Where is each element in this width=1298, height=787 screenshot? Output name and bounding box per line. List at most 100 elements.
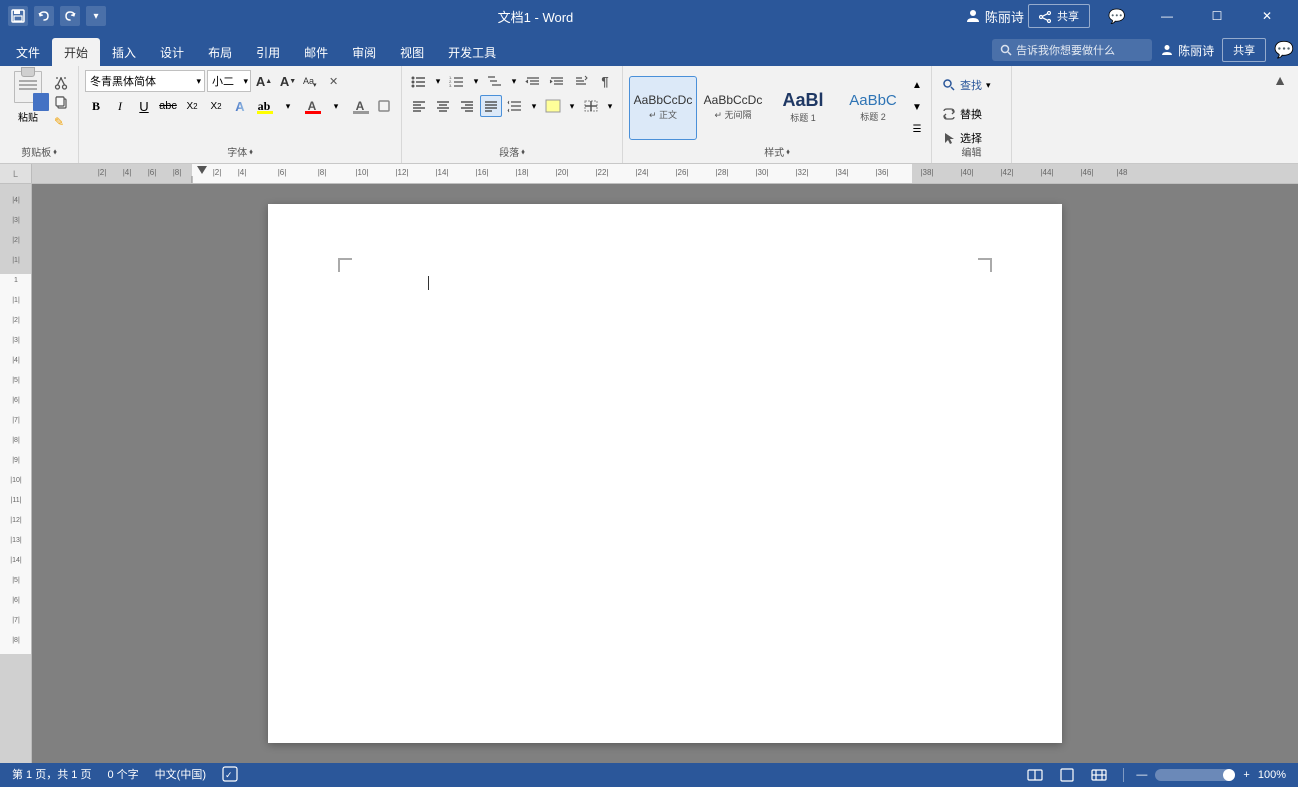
comment-icon[interactable]: 💬 — [1094, 0, 1140, 32]
bold-button[interactable]: B — [85, 95, 107, 117]
tab-layout[interactable]: 布局 — [196, 38, 244, 66]
tab-review[interactable]: 审阅 — [340, 38, 388, 66]
multilevel-dropdown[interactable]: ▾ — [508, 70, 520, 92]
styles-expand-btn[interactable]: ⬧ — [786, 147, 790, 157]
align-center-button[interactable] — [432, 95, 454, 117]
text-effect-button[interactable]: A — [229, 95, 251, 117]
tab-design[interactable]: 设计 — [148, 38, 196, 66]
font-expand[interactable]: ⬧ — [249, 147, 253, 157]
font-size-select[interactable]: 小二 ▾ — [207, 70, 251, 92]
paragraph-expand[interactable]: ⬧ — [521, 147, 525, 157]
user-name[interactable]: 陈丽诗 — [965, 7, 1024, 26]
svg-text:|5|: |5| — [12, 377, 20, 384]
font-color-button[interactable]: A — [301, 95, 323, 117]
replace-button[interactable]: 替换 — [938, 104, 998, 124]
svg-text:|4|: |4| — [238, 168, 247, 177]
align-left-button[interactable] — [408, 95, 430, 117]
svg-text:|12|: |12| — [10, 517, 22, 524]
shading-button[interactable] — [542, 95, 564, 117]
subscript-button[interactable]: X2 — [181, 95, 203, 117]
document-page[interactable] — [268, 204, 1062, 743]
ruler-corner[interactable]: L — [0, 164, 32, 184]
find-button[interactable]: 查找 ▾ — [938, 70, 998, 100]
superscript-button[interactable]: X2 — [205, 95, 227, 117]
paste-button[interactable]: 粘贴 — [6, 70, 50, 124]
style-no-spacing[interactable]: AaBbCcDc ↵ 无间隔 — [699, 76, 767, 140]
numbering-dropdown[interactable]: ▾ — [470, 70, 482, 92]
strikethrough-button[interactable]: abc — [157, 95, 179, 117]
user-account[interactable]: 陈丽诗 — [1160, 42, 1214, 59]
font-color-dropdown[interactable]: ▾ — [325, 95, 347, 117]
line-spacing-dropdown[interactable]: ▾ — [528, 95, 540, 117]
show-marks-button[interactable]: ¶ — [594, 70, 616, 92]
share-button[interactable]: 共享 — [1028, 4, 1090, 28]
text-border-button[interactable] — [373, 95, 395, 117]
format-painter-button[interactable]: ✎ — [50, 112, 72, 130]
font-grow-button[interactable]: A▲ — [253, 70, 275, 92]
zoom-thumb[interactable] — [1223, 769, 1235, 781]
styles-scroll-up[interactable]: ▲ — [909, 76, 925, 96]
tab-view[interactable]: 视图 — [388, 38, 436, 66]
svg-text:|14|: |14| — [435, 168, 448, 177]
tab-references[interactable]: 引用 — [244, 38, 292, 66]
comments-icon[interactable]: 💬 — [1274, 40, 1294, 60]
borders-dropdown[interactable]: ▾ — [604, 95, 616, 117]
underline-button[interactable]: U — [133, 95, 155, 117]
styles-scroll-down[interactable]: ▼ — [909, 98, 925, 118]
font-label: 字体 ⬧ — [79, 144, 401, 161]
zoom-plus[interactable]: + — [1243, 769, 1249, 781]
align-right-button[interactable] — [456, 95, 478, 117]
highlight-color-button[interactable]: ab — [253, 95, 275, 117]
line-spacing-button[interactable] — [504, 95, 526, 117]
document-area[interactable] — [32, 184, 1298, 763]
italic-button[interactable]: I — [109, 95, 131, 117]
tell-me-search[interactable]: 告诉我你想要做什么 — [992, 39, 1152, 61]
print-view-button[interactable] — [1055, 765, 1079, 785]
ribbon-collapse-button[interactable]: ▲ — [1270, 70, 1290, 90]
close-button[interactable]: ✕ — [1244, 0, 1290, 32]
bullets-dropdown[interactable]: ▾ — [432, 70, 444, 92]
cut-button[interactable] — [50, 74, 72, 92]
tab-file[interactable]: 文件 — [4, 38, 52, 66]
styles-group: AaBbCcDc ↵ 正文 AaBbCcDc ↵ 无间隔 AaBl 标题 1 A… — [623, 66, 932, 163]
clear-formatting-button[interactable]: ✕ — [325, 70, 347, 92]
bullets-button[interactable] — [408, 70, 430, 92]
highlight-dropdown[interactable]: ▾ — [277, 95, 299, 117]
para-row2: ▾ ▾ ▾ — [408, 95, 616, 117]
read-view-button[interactable] — [1023, 765, 1047, 785]
sort-button[interactable] — [570, 70, 592, 92]
tab-mailings[interactable]: 邮件 — [292, 38, 340, 66]
increase-indent-button[interactable] — [546, 70, 568, 92]
minimize-button[interactable]: — — [1144, 0, 1190, 32]
zoom-minus[interactable]: — — [1136, 769, 1147, 781]
zoom-slider[interactable] — [1155, 769, 1235, 781]
style-normal[interactable]: AaBbCcDc ↵ 正文 — [629, 76, 697, 140]
styles-expand[interactable]: ☰ — [909, 120, 925, 140]
borders-button[interactable] — [580, 95, 602, 117]
decrease-indent-button[interactable] — [522, 70, 544, 92]
spelling-check-icon[interactable]: ✓ — [222, 766, 238, 785]
tab-home[interactable]: 开始 — [52, 38, 100, 66]
style-heading1[interactable]: AaBl 标题 1 — [769, 76, 837, 140]
font-name-select[interactable]: 冬青黑体简体 ▾ — [85, 70, 205, 92]
customize-qat-icon[interactable]: ▾ — [86, 6, 106, 26]
share-button-2[interactable]: 共享 — [1222, 38, 1266, 62]
tab-developer[interactable]: 开发工具 — [436, 38, 508, 66]
clipboard-expand[interactable]: ⬧ — [53, 147, 57, 157]
justify-button[interactable] — [480, 95, 502, 117]
maximize-button[interactable]: ☐ — [1194, 0, 1240, 32]
shading-dropdown[interactable]: ▾ — [566, 95, 578, 117]
font-shrink-button[interactable]: A▼ — [277, 70, 299, 92]
undo-icon[interactable] — [34, 6, 54, 26]
style-heading2[interactable]: AaBbC 标题 2 — [839, 76, 907, 140]
redo-icon[interactable] — [60, 6, 80, 26]
vertical-ruler: |4| |3| |2| |1| 1 |1| |2| |3| |4| |5| |6… — [0, 184, 32, 763]
web-view-button[interactable] — [1087, 765, 1111, 785]
multilevel-list-button[interactable] — [484, 70, 506, 92]
save-icon[interactable] — [8, 6, 28, 26]
font-shade-button[interactable]: A — [349, 95, 371, 117]
change-case-button[interactable]: Aa▾ — [301, 70, 323, 92]
numbering-button[interactable]: 1.2.3. — [446, 70, 468, 92]
tab-insert[interactable]: 插入 — [100, 38, 148, 66]
copy-button[interactable] — [50, 93, 72, 111]
